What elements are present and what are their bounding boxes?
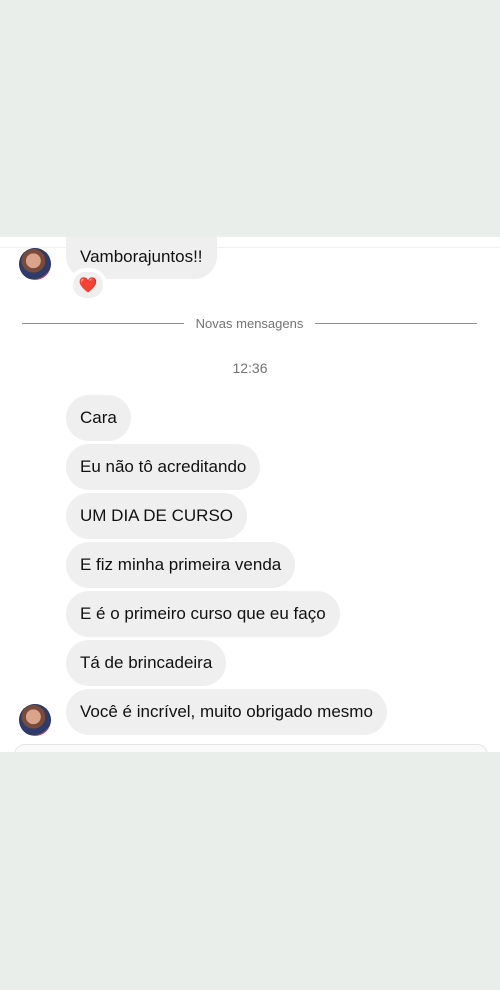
message-bubble[interactable]: Cara xyxy=(66,395,131,441)
message-bubble[interactable]: Eu não tô acreditando xyxy=(66,444,261,490)
new-messages-label: Novas mensagens xyxy=(195,315,304,331)
message-bubble[interactable]: E é o primeiro curso que eu faço xyxy=(66,591,340,637)
message-bubble[interactable]: E fiz minha primeira venda xyxy=(66,542,296,588)
reaction-badge[interactable]: ❤️ xyxy=(71,270,105,300)
message-bubble[interactable]: Tá de brincadeira xyxy=(66,640,227,686)
sender-avatar[interactable] xyxy=(19,704,51,736)
message-bubble[interactable]: UM DIA DE CURSO xyxy=(66,493,248,539)
message-bubble[interactable]: Você é incrível, muito obrigado mesmo xyxy=(66,689,387,735)
message-composer[interactable] xyxy=(14,744,488,752)
heart-icon: ❤️ xyxy=(78,277,98,294)
sender-avatar[interactable] xyxy=(19,248,51,280)
chat-panel: Vamborajuntos!! ❤️ Novas mensagens 12:36… xyxy=(0,237,500,752)
new-messages-divider: Novas mensagens xyxy=(22,315,478,331)
message-timestamp: 12:36 xyxy=(232,360,268,376)
